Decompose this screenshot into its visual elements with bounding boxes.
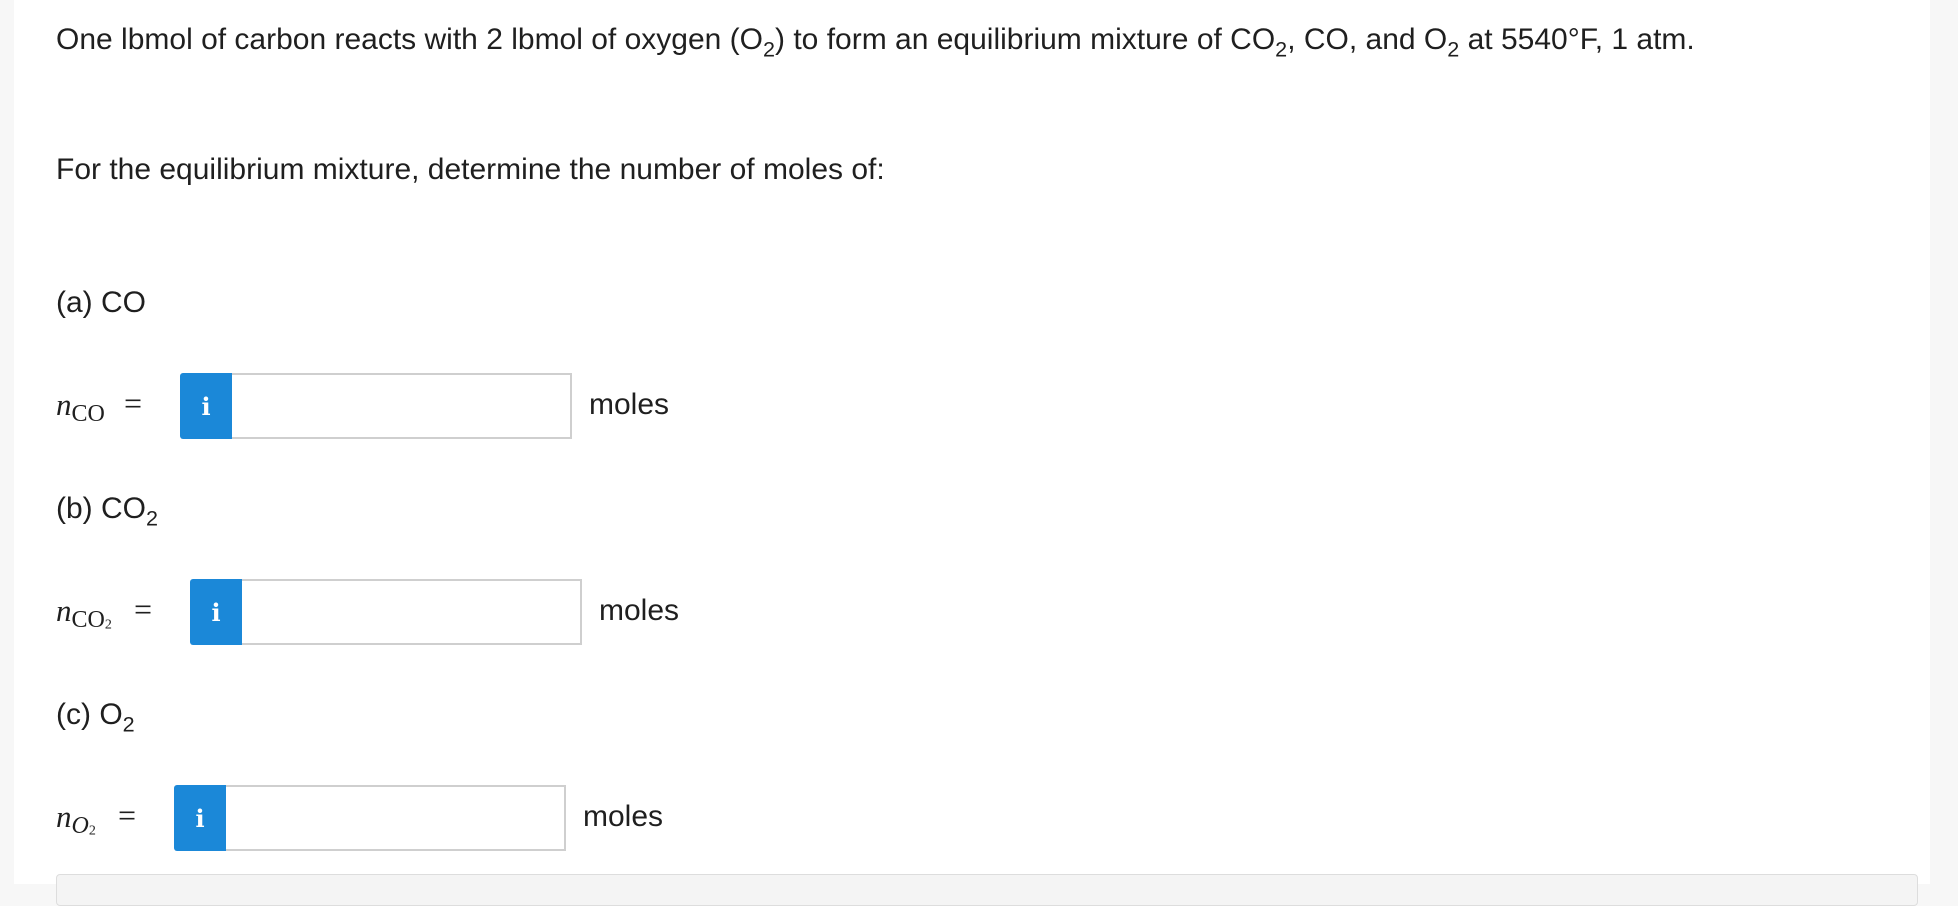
part-c-heading: (c) O2	[56, 698, 135, 737]
units-label: moles	[589, 388, 670, 421]
info-icon[interactable]: i	[180, 373, 232, 439]
part-b-answer-row: nCO2 = i moles	[56, 579, 766, 645]
part-a-input-group: i	[180, 373, 572, 439]
question-panel: One lbmol of carbon reacts with 2 lbmol …	[14, 0, 1930, 906]
bottom-panel-edge	[56, 874, 1918, 906]
info-icon[interactable]: i	[190, 579, 242, 645]
equals-sign: =	[118, 797, 137, 833]
part-a-answer-row: nCO = i moles	[56, 373, 756, 439]
n-o2-label: nO2	[56, 799, 96, 839]
n-o2-input[interactable]	[226, 785, 566, 851]
equals-sign: =	[124, 385, 143, 421]
units-label: moles	[583, 800, 664, 833]
equals-sign: =	[134, 591, 153, 627]
n-co-input[interactable]	[232, 373, 572, 439]
instruction-text: For the equilibrium mixture, determine t…	[56, 153, 885, 186]
part-c-input-group: i	[174, 785, 566, 851]
part-c-answer-row: nO2 = i moles	[56, 785, 756, 851]
part-b-input-group: i	[190, 579, 582, 645]
n-co-label: nCO	[56, 387, 105, 427]
n-co2-label: nCO2	[56, 593, 112, 633]
part-b-heading: (b) CO2	[56, 492, 159, 531]
info-icon[interactable]: i	[174, 785, 226, 851]
n-co2-input[interactable]	[242, 579, 582, 645]
units-label: moles	[599, 594, 680, 627]
problem-statement: One lbmol of carbon reacts with 2 lbmol …	[56, 23, 1695, 62]
part-a-heading: (a) CO	[56, 286, 146, 319]
